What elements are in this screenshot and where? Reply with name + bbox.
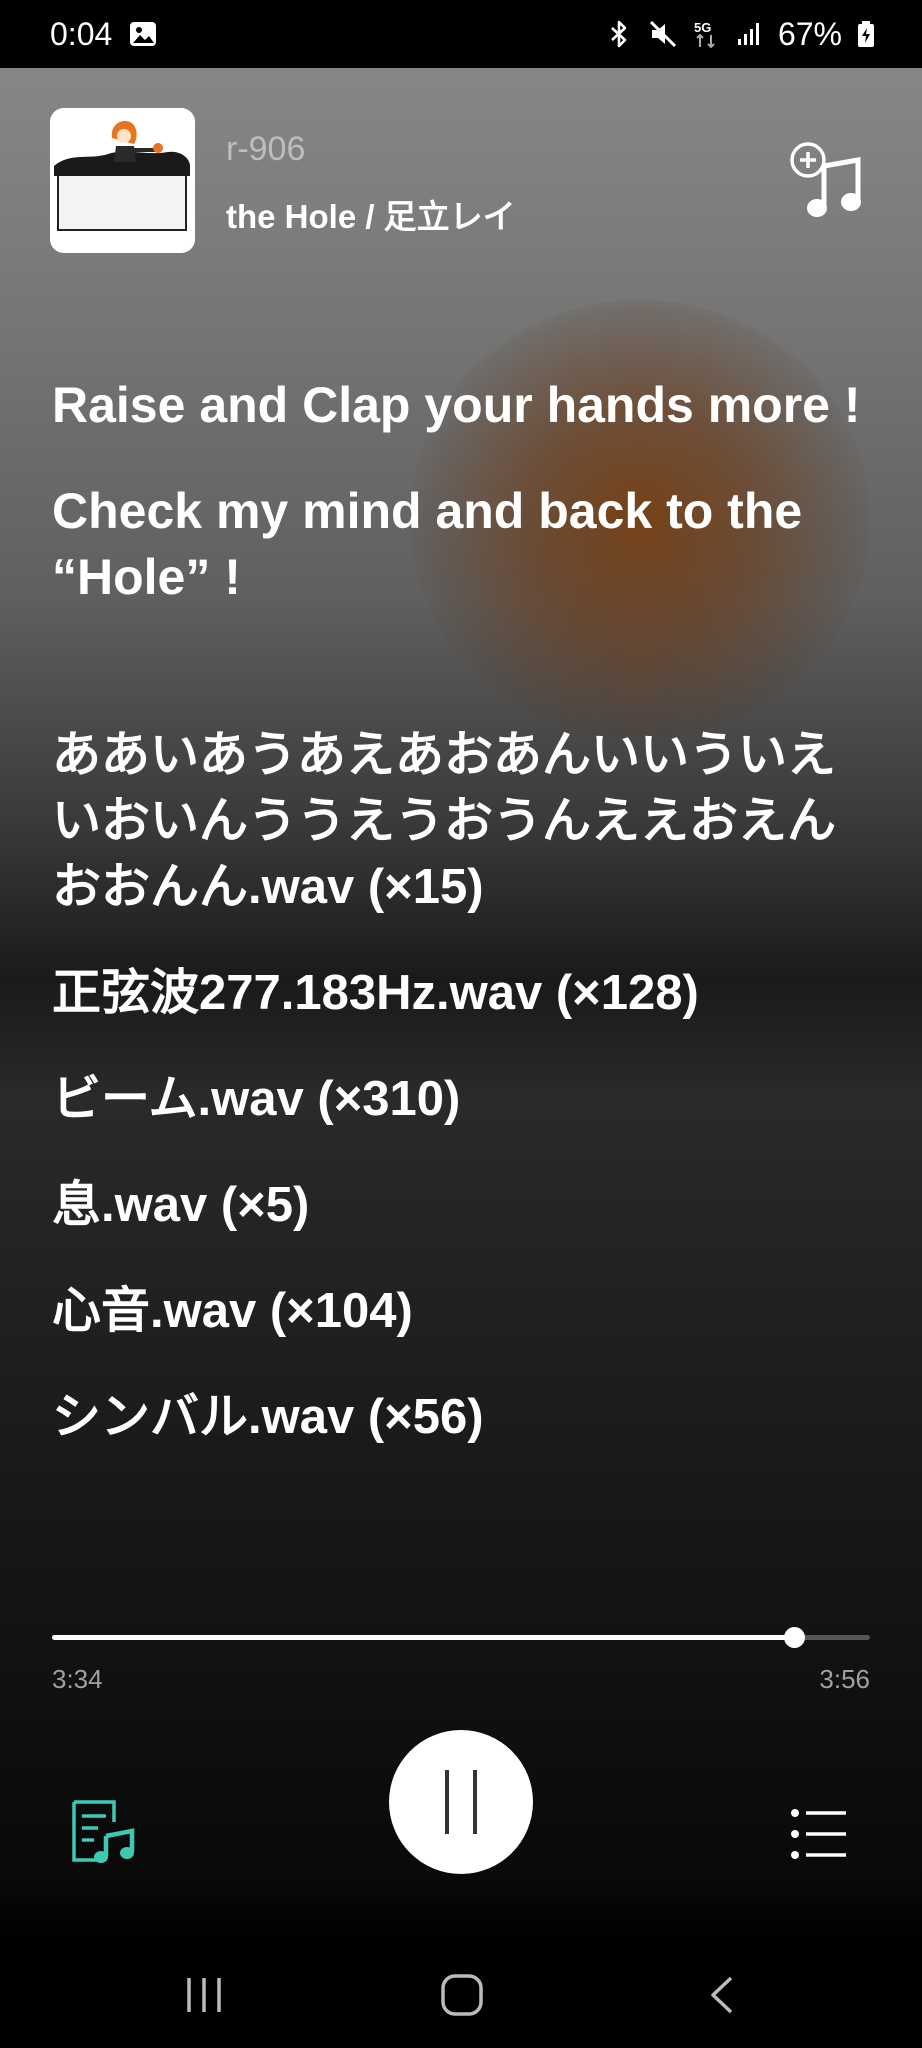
lyric-line[interactable]: シンバル.wav (×56) (52, 1384, 872, 1450)
lyric-line[interactable]: 心音.wav (×104) (52, 1278, 872, 1344)
status-bar: 0:04 5G 67% (0, 0, 922, 68)
queue-button[interactable] (790, 1808, 848, 1860)
home-button[interactable] (432, 1965, 492, 2025)
mute-icon (648, 19, 678, 49)
artist-name: r-906 (226, 130, 306, 168)
playback-controls (0, 1728, 922, 1878)
status-time: 0:04 (50, 15, 113, 52)
home-icon (441, 1974, 483, 2016)
seek-thumb[interactable] (783, 1627, 805, 1648)
track-title: the Hole / 足立レイ (226, 198, 516, 235)
seek-bar[interactable] (52, 1626, 870, 1650)
battery-percent: 67% (777, 15, 842, 52)
lyric-line[interactable]: ビーム.wav (×310) (52, 1066, 872, 1132)
signal-icon (734, 19, 764, 49)
lyric-line[interactable]: ああいあうあえあおあんいいういえいおいんううえうおうんええおえんおおんん.wav… (52, 722, 872, 920)
recent-apps-icon (187, 1978, 221, 2012)
seek-progress (52, 1635, 794, 1640)
lyrics-view[interactable]: Raise and Clap your hands more ! Check m… (52, 372, 872, 1490)
add-music-icon (790, 142, 861, 217)
current-time: 3:34 (52, 1664, 103, 1694)
lyrics-toggle-button[interactable] (70, 1798, 136, 1864)
bluetooth-icon (604, 19, 634, 49)
now-playing-header: r-906 the Hole / 足立レイ (50, 108, 872, 253)
back-button[interactable] (692, 1965, 752, 2025)
total-time: 3:56 (819, 1664, 870, 1694)
pause-icon (445, 1770, 477, 1834)
back-icon (711, 1976, 733, 2014)
recent-apps-button[interactable] (174, 1965, 234, 2025)
system-nav-bar (0, 1935, 922, 2048)
lyric-line[interactable]: 正弦波277.183Hz.wav (×128) (52, 960, 872, 1026)
battery-icon (856, 19, 876, 49)
music-player-screen: 0:04 5G 67% r-906 the Hole / 足立レイ Raise … (0, 0, 922, 2048)
queue-list-icon (791, 1809, 846, 1859)
lyric-spacer (52, 650, 872, 722)
add-to-playlist-button[interactable] (788, 140, 868, 220)
svg-text:5G: 5G (694, 20, 711, 35)
lyric-line[interactable]: Check my mind and back to the “Hole” ! (52, 478, 872, 610)
album-art[interactable] (50, 108, 195, 253)
lyric-line[interactable]: 息.wav (×5) (52, 1172, 872, 1238)
5g-icon: 5G (692, 19, 720, 49)
pause-button[interactable] (389, 1730, 533, 1874)
lyrics-icon (72, 1800, 135, 1863)
lyric-line[interactable]: Raise and Clap your hands more ! (52, 372, 872, 438)
image-icon (128, 19, 158, 49)
